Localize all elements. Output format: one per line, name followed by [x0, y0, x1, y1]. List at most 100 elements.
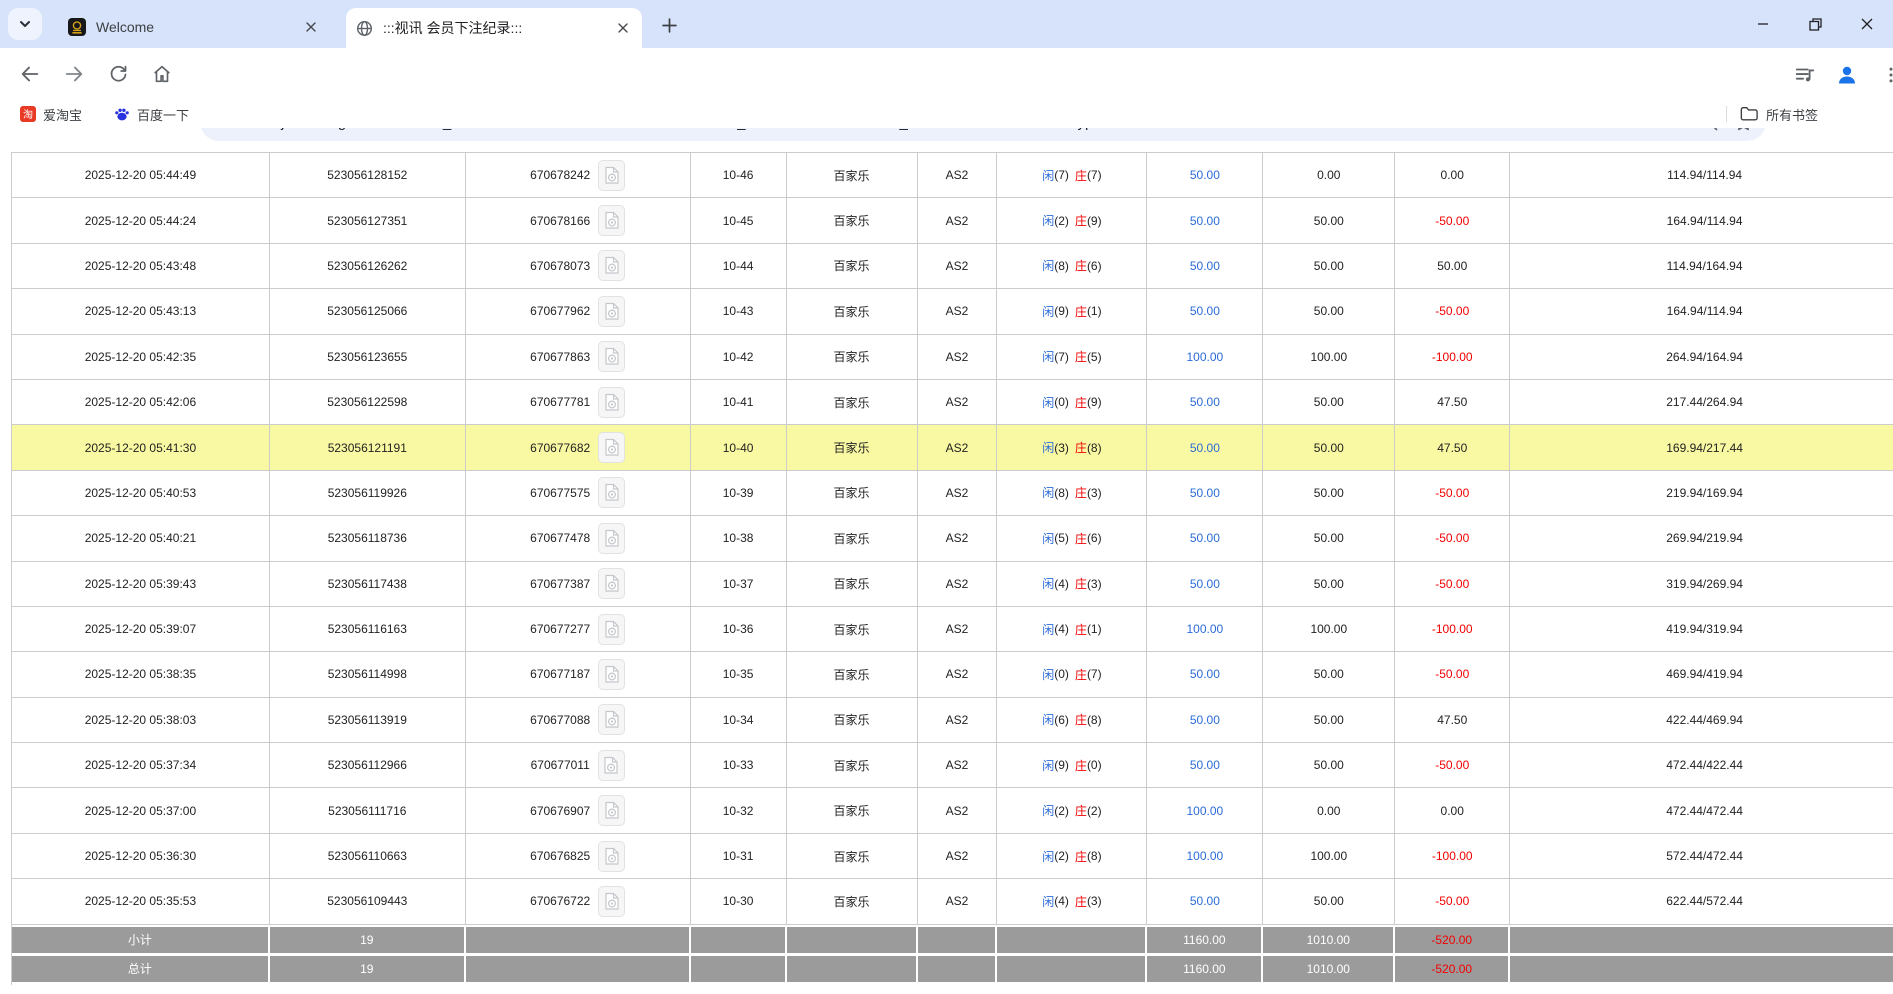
video-replay-button[interactable]	[598, 704, 625, 735]
video-replay-button[interactable]	[598, 886, 625, 917]
video-replay-button[interactable]	[598, 160, 625, 191]
back-button[interactable]	[12, 56, 48, 92]
cell-game-name: 百家乐	[787, 562, 918, 606]
all-bookmarks-label: 所有书签	[1766, 105, 1818, 124]
video-replay-button[interactable]	[598, 568, 625, 599]
cell-table-name: AS2	[918, 335, 998, 379]
media-controls-icon[interactable]	[1788, 58, 1822, 92]
video-replay-button[interactable]	[598, 205, 625, 236]
cell-valid-amount: 50.00	[1263, 289, 1395, 333]
player-points: (0)	[1054, 667, 1069, 681]
cell-winloss: 0.00	[1395, 788, 1510, 832]
table-row[interactable]: 2025-12-20 05:42:06 523056122598 6706777…	[12, 380, 1893, 425]
table-row[interactable]: 2025-12-20 05:39:43 523056117438 6706773…	[12, 562, 1893, 607]
chevron-down-icon	[18, 17, 32, 31]
table-row[interactable]: 2025-12-20 05:44:24 523056127351 6706781…	[12, 198, 1893, 243]
cell-bet-time: 2025-12-20 05:43:13	[12, 289, 270, 333]
cell-bet-amount: 50.00	[1147, 516, 1263, 560]
tab-close-icon[interactable]	[302, 18, 320, 36]
tab-close-icon[interactable]	[614, 19, 632, 37]
table-row[interactable]: 2025-12-20 05:37:34 523056112966 6706770…	[12, 743, 1893, 788]
video-replay-button[interactable]	[598, 795, 625, 826]
tab-bet-records[interactable]: :::视讯 会员下注纪录:::	[346, 8, 642, 48]
cell-bet-time: 2025-12-20 05:37:00	[12, 788, 270, 832]
cell-bet-id: 523056113919	[270, 698, 466, 742]
player-label: 闲	[1042, 848, 1054, 865]
cell-bet-time: 2025-12-20 05:44:24	[12, 198, 270, 242]
cell-valid-amount: 50.00	[1263, 471, 1395, 515]
bookmark-baidu[interactable]: 百度一下	[108, 102, 195, 126]
cell-game-name: 百家乐	[787, 425, 918, 469]
cell-bet-amount: 50.00	[1147, 743, 1263, 787]
video-replay-button[interactable]	[598, 477, 625, 508]
bookmark-aitaobao[interactable]: 淘 爱淘宝	[14, 102, 88, 126]
game-id-text: 670678242	[530, 168, 590, 182]
close-window-button[interactable]	[1841, 4, 1893, 44]
site-favicon	[68, 18, 86, 36]
cell-bet-id: 523056112966	[270, 743, 466, 787]
cell-winloss: -50.00	[1395, 471, 1510, 515]
cell-game-name: 百家乐	[787, 198, 918, 242]
table-row[interactable]: 2025-12-20 05:35:53 523056109443 6706767…	[12, 879, 1893, 924]
cell-result: 闲(9) 庄(1)	[997, 289, 1147, 333]
taobao-icon: 淘	[20, 106, 36, 122]
table-row[interactable]: 2025-12-20 05:38:35 523056114998 6706771…	[12, 652, 1893, 697]
cell-round: 10-33	[691, 743, 787, 787]
banker-points: (7)	[1087, 168, 1102, 182]
cell-result: 闲(4) 庄(3)	[997, 562, 1147, 606]
cell-round: 10-45	[691, 198, 787, 242]
banker-points: (3)	[1087, 894, 1102, 908]
all-bookmarks-button[interactable]: 所有书签	[1740, 102, 1893, 126]
video-replay-button[interactable]	[598, 750, 625, 781]
player-label: 闲	[1042, 167, 1054, 184]
table-row[interactable]: 2025-12-20 05:43:13 523056125066 6706779…	[12, 289, 1893, 334]
restore-button[interactable]	[1789, 4, 1841, 44]
video-replay-button[interactable]	[598, 659, 625, 690]
cell-game-name: 百家乐	[787, 834, 918, 878]
table-row[interactable]: 2025-12-20 05:44:49 523056128152 6706782…	[12, 153, 1893, 198]
cell-valid-amount: 50.00	[1263, 879, 1395, 923]
footer-label: 总计	[12, 956, 270, 982]
video-replay-button[interactable]	[598, 341, 625, 372]
video-replay-button[interactable]	[598, 387, 625, 418]
table-row[interactable]: 2025-12-20 05:38:03 523056113919 6706770…	[12, 698, 1893, 743]
table-row[interactable]: 2025-12-20 05:41:30 523056121191 6706776…	[12, 425, 1893, 470]
cell-result: 闲(7) 庄(5)	[997, 335, 1147, 379]
profile-avatar[interactable]	[1830, 58, 1864, 92]
minimize-button[interactable]	[1737, 4, 1789, 44]
video-replay-button[interactable]	[598, 523, 625, 554]
video-replay-button[interactable]	[598, 432, 625, 463]
video-replay-button[interactable]	[598, 250, 625, 281]
player-points: (5)	[1054, 531, 1069, 545]
table-row[interactable]: 2025-12-20 05:42:35 523056123655 6706778…	[12, 335, 1893, 380]
table-row[interactable]: 2025-12-20 05:36:30 523056110663 6706768…	[12, 834, 1893, 879]
menu-dots-icon[interactable]	[1874, 58, 1893, 92]
game-id-text: 670678166	[530, 214, 590, 228]
table-row[interactable]: 2025-12-20 05:37:00 523056111716 6706769…	[12, 788, 1893, 833]
reload-button[interactable]	[100, 56, 136, 92]
cell-winloss: -50.00	[1395, 879, 1510, 923]
window-controls	[1737, 0, 1893, 48]
table-row[interactable]: 2025-12-20 05:39:07 523056116163 6706772…	[12, 607, 1893, 652]
table-row[interactable]: 2025-12-20 05:40:53 523056119926 6706775…	[12, 471, 1893, 516]
forward-button[interactable]	[56, 56, 92, 92]
table-row[interactable]: 2025-12-20 05:43:48 523056126262 6706780…	[12, 244, 1893, 289]
bet-table-body: 2025-12-20 05:44:49 523056128152 6706782…	[12, 153, 1893, 925]
new-tab-button[interactable]	[656, 12, 682, 38]
video-replay-button[interactable]	[598, 841, 625, 872]
player-points: (4)	[1054, 577, 1069, 591]
player-points: (4)	[1054, 894, 1069, 908]
tab-welcome[interactable]: Welcome	[58, 10, 330, 44]
folder-icon	[1740, 106, 1758, 122]
cell-valid-amount: 50.00	[1263, 198, 1395, 242]
table-row[interactable]: 2025-12-20 05:40:21 523056118736 6706774…	[12, 516, 1893, 561]
tab-search-button[interactable]	[8, 8, 42, 40]
player-label: 闲	[1042, 893, 1054, 910]
video-replay-button[interactable]	[598, 296, 625, 327]
game-id-text: 670677187	[530, 667, 590, 681]
banker-label: 庄	[1075, 893, 1087, 910]
video-replay-button[interactable]	[598, 614, 625, 645]
cell-bet-id: 523056114998	[270, 652, 466, 696]
browser-toolbar: 66cxkj98.com/game/betrecord_search/kind3…	[0, 48, 1893, 100]
home-button[interactable]	[144, 56, 180, 92]
